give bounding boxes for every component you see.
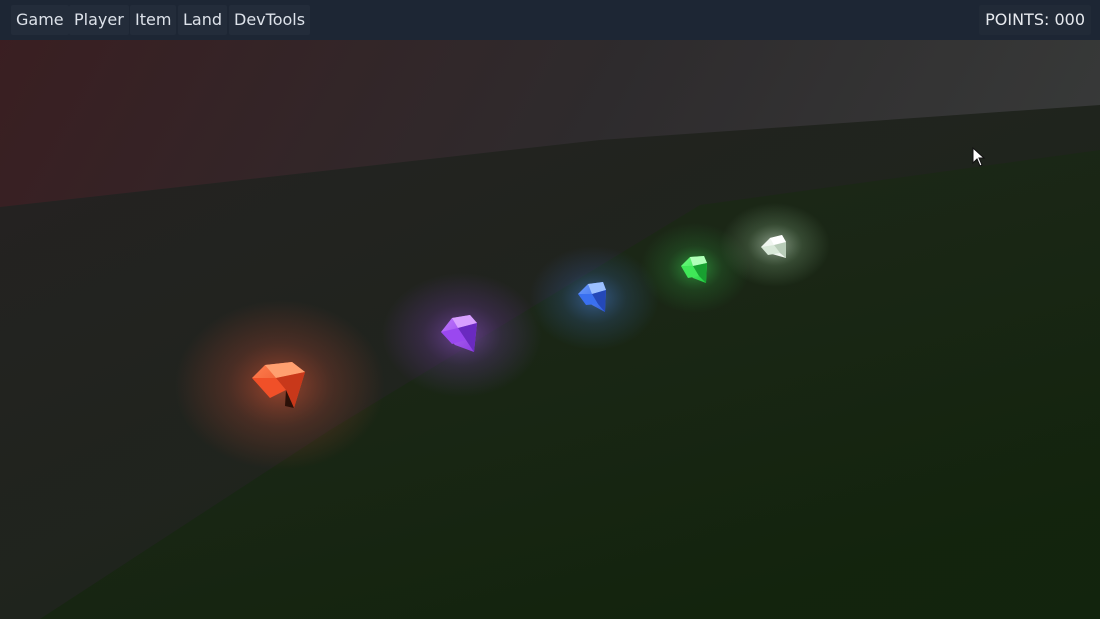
menu-item[interactable]: Item	[130, 5, 177, 35]
blue-gem[interactable]	[529, 246, 659, 350]
red-gem[interactable]	[175, 300, 385, 470]
points-label: POINTS:	[985, 10, 1050, 29]
points-counter: POINTS: 000	[979, 5, 1091, 35]
white-gem[interactable]	[720, 203, 830, 287]
menu-player[interactable]: Player	[69, 5, 129, 35]
game-viewport[interactable]	[0, 0, 1100, 619]
menu-game[interactable]: Game	[11, 5, 69, 35]
menu-land[interactable]: Land	[178, 5, 228, 35]
menu-devtools[interactable]: DevTools	[229, 5, 311, 35]
top-menu-bar: Game Player Item Land DevTools POINTS: 0…	[0, 0, 1100, 40]
mouse-cursor-icon	[972, 147, 986, 167]
points-value: 000	[1054, 10, 1085, 29]
purple-gem[interactable]	[382, 273, 542, 397]
